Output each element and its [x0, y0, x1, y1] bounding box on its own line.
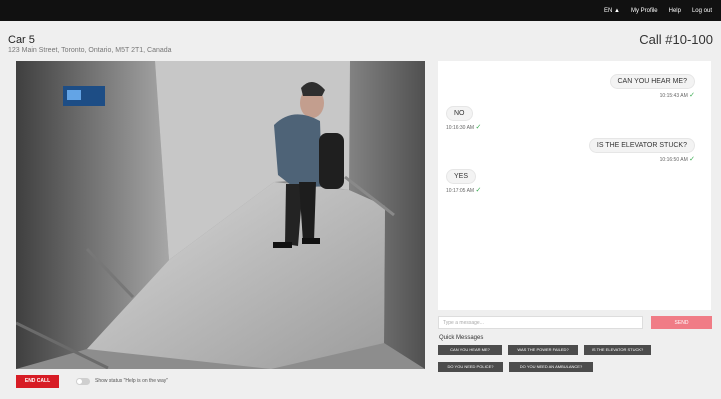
my-profile-link[interactable]: My Profile [631, 8, 658, 14]
quick-message-need-ambulance[interactable]: DO YOU NEED AN AMBULANCE? [509, 362, 593, 372]
chat-message-left: NO 10:16:30 AM ✓ [446, 102, 481, 131]
end-call-button[interactable]: END CALL [16, 375, 59, 388]
message-time: 10:16:50 AM ✓ [659, 156, 695, 163]
car-title: Car 5 [8, 34, 35, 46]
chat-panel[interactable]: CAN YOU HEAR ME? 10:15:43 AM ✓ NO 10:16:… [438, 61, 711, 310]
quick-messages-label: Quick Messages [439, 335, 484, 341]
help-link[interactable]: Help [669, 8, 681, 14]
show-status-toggle[interactable] [76, 378, 90, 385]
message-time: 10:16:30 AM ✓ [446, 124, 482, 131]
top-navigation: EN ▲ My Profile Help Log out [0, 0, 721, 21]
message-input[interactable]: Type a message... [438, 316, 643, 329]
message-time: 10:17:05 AM ✓ [446, 187, 482, 194]
language-selector[interactable]: EN ▲ [604, 8, 620, 14]
chat-message-right: IS THE ELEVATOR STUCK? 10:16:50 AM ✓ [588, 134, 695, 163]
quick-message-need-police[interactable]: DO YOU NEED POLICE? [438, 362, 503, 372]
check-icon: ✓ [689, 156, 695, 163]
message-time: 10:15:43 AM ✓ [659, 92, 695, 99]
call-id: Call #10-100 [639, 32, 713, 47]
message-bubble: NO [446, 106, 473, 121]
chat-message-left: YES 10:17:05 AM ✓ [446, 165, 481, 194]
show-status-label: Show status "Help is on the way" [95, 378, 169, 384]
message-bubble: IS THE ELEVATOR STUCK? [588, 138, 695, 153]
quick-message-power-failed[interactable]: WAS THE POWER FAILED? [508, 345, 578, 355]
send-button[interactable]: SEND [651, 316, 712, 329]
message-bubble: YES [446, 169, 477, 184]
check-icon: ✓ [475, 187, 482, 194]
check-icon: ✓ [689, 92, 695, 99]
camera-image [16, 61, 425, 369]
quick-message-can-you-hear-me[interactable]: CAN YOU HEAR ME? [438, 345, 502, 355]
logout-link[interactable]: Log out [692, 8, 712, 14]
call-header: Car 5 123 Main Street, Toronto, Ontario,… [0, 21, 721, 60]
quick-message-elevator-stuck[interactable]: IS THE ELEVATOR STUCK? [584, 345, 651, 355]
chat-message-right: CAN YOU HEAR ME? 10:15:43 AM ✓ [609, 70, 695, 99]
message-bubble: CAN YOU HEAR ME? [609, 74, 695, 89]
car-address: 123 Main Street, Toronto, Ontario, M5T 2… [8, 47, 172, 54]
elevator-camera-feed [16, 61, 425, 369]
check-icon: ✓ [475, 124, 482, 131]
